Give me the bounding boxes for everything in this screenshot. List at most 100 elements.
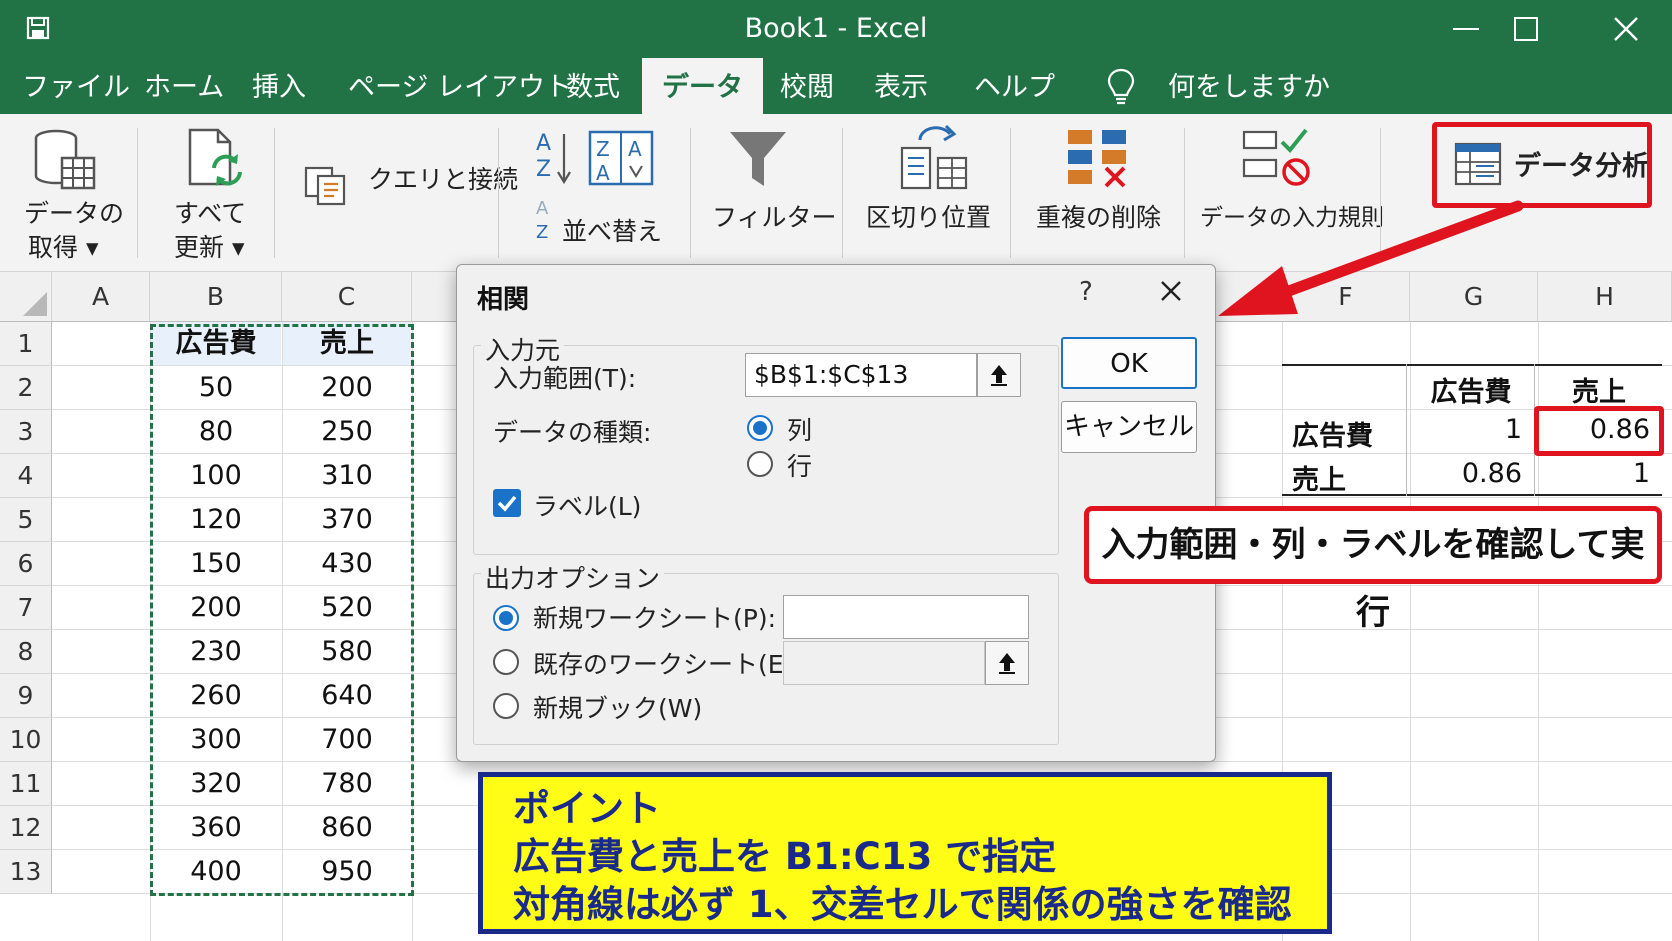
input-range-collapse-button[interactable]: [977, 353, 1021, 397]
lightbulb-icon: [1107, 68, 1135, 105]
new-worksheet-radio[interactable]: [493, 605, 519, 631]
refresh-all-button[interactable]: すべて 更新 ▾: [150, 114, 260, 272]
row-header[interactable]: 8: [0, 630, 52, 674]
new-worksheet-label[interactable]: 新規ワークシート(P):: [533, 599, 776, 635]
row-header[interactable]: 3: [0, 410, 52, 454]
new-workbook-label[interactable]: 新規ブック(W): [533, 689, 702, 725]
existing-worksheet-radio[interactable]: [493, 649, 519, 675]
grouped-rows-radio[interactable]: [747, 451, 773, 477]
database-icon: [34, 129, 96, 190]
remove-duplicates-button[interactable]: 重複の削除: [1020, 114, 1180, 272]
point-line-1: 広告費と売上を B1:C13 で指定: [513, 835, 1057, 878]
row-header[interactable]: 10: [0, 718, 52, 762]
tab-help[interactable]: ヘルプ: [966, 58, 1063, 114]
ribbon-separator: [690, 128, 691, 258]
labels-checkbox-label[interactable]: ラベル(L): [533, 487, 641, 523]
pointer-arrow: [1218, 200, 1524, 316]
correlation-value-highlight: [1534, 406, 1664, 456]
ribbon-tabs: ファイル ホーム 挿入 ページ レイアウト 数式 データ 校閲 表示 ヘルプ 何…: [0, 58, 1672, 114]
tab-review[interactable]: 校閲: [772, 58, 842, 114]
grouped-rows-label[interactable]: 行: [787, 447, 812, 483]
tab-data[interactable]: データ: [642, 58, 763, 114]
instruction-callout: 入力範囲・列・ラベルを確認して実行: [1084, 506, 1662, 633]
existing-worksheet-label[interactable]: 既存のワークシート(E):: [533, 645, 802, 681]
sort-label: 並べ替え: [562, 217, 663, 246]
get-data-label-1: データの: [24, 199, 125, 228]
excel-window: Book1 - Excel ファイル ホーム 挿入 ページ レイアウト 数式 デ…: [0, 0, 1672, 941]
grouped-by-label: データの種類:: [493, 418, 652, 447]
tab-file[interactable]: ファイル: [14, 58, 138, 114]
new-worksheet-name-field[interactable]: [783, 595, 1029, 639]
tab-formulas[interactable]: 数式: [558, 58, 628, 114]
ribbon-separator: [274, 128, 275, 258]
row-header[interactable]: 13: [0, 850, 52, 894]
data-analysis-highlight: [1432, 122, 1652, 208]
table-top-border: [1282, 364, 1662, 366]
get-data-button[interactable]: データの 取得 ▾: [10, 114, 130, 272]
corr-col-header-ad[interactable]: 広告費: [1408, 370, 1534, 409]
window-title: Book1 - Excel: [744, 13, 928, 44]
svg-text:A: A: [596, 161, 610, 185]
sort-button[interactable]: AZ ZAA AZ 並べ替え: [520, 114, 680, 272]
text-to-columns-button[interactable]: 区切り位置: [860, 114, 1000, 272]
ribbon-separator: [498, 128, 499, 258]
row-header[interactable]: 9: [0, 674, 52, 718]
row-header[interactable]: 6: [0, 542, 52, 586]
output-range-collapse-button[interactable]: [985, 641, 1029, 685]
corr-col-header-sales[interactable]: 売上: [1536, 370, 1662, 409]
help-icon[interactable]: ?: [1079, 277, 1093, 307]
column-header-h[interactable]: H: [1538, 272, 1672, 322]
column-header-b[interactable]: B: [150, 272, 282, 322]
input-range-label: 入力範囲(T):: [493, 364, 637, 393]
tab-page-layout[interactable]: ページ レイアウト: [340, 58, 580, 114]
output-group-label: 出力オプション: [481, 559, 665, 595]
grouped-columns-radio[interactable]: [747, 415, 773, 441]
corr-value-sales-sales[interactable]: 1: [1536, 458, 1650, 489]
row-header[interactable]: 11: [0, 762, 52, 806]
maximize-icon[interactable]: [1496, 0, 1556, 58]
tab-view[interactable]: 表示: [866, 58, 936, 114]
row-header[interactable]: 7: [0, 586, 52, 630]
queries-label: クエリと接続: [368, 165, 519, 194]
refresh-label-1: すべて: [174, 199, 247, 228]
dialog-close-icon[interactable]: [1153, 273, 1189, 309]
remove-duplicates-label: 重複の削除: [1036, 203, 1162, 232]
close-icon[interactable]: [1596, 0, 1656, 58]
existing-worksheet-range-field[interactable]: [783, 641, 985, 685]
minimize-icon[interactable]: [1436, 0, 1496, 58]
sort-az-icon: AZ: [536, 131, 571, 185]
column-header-a[interactable]: A: [52, 272, 150, 322]
ok-button[interactable]: OK: [1061, 337, 1197, 389]
get-data-label-2: 取得 ▾: [28, 233, 99, 262]
filter-label: フィルター: [712, 203, 837, 232]
remove-duplicates-icon: [1068, 130, 1126, 188]
filter-button[interactable]: フィルター: [700, 114, 840, 272]
row-header[interactable]: 1: [0, 322, 52, 366]
corr-value-ad-ad[interactable]: 1: [1408, 414, 1522, 445]
table-divider: [1406, 364, 1407, 496]
queries-connections-button[interactable]: クエリと接続: [300, 114, 518, 272]
grouped-columns-label[interactable]: 列: [787, 411, 812, 447]
row-header[interactable]: 5: [0, 498, 52, 542]
row-header[interactable]: 4: [0, 454, 52, 498]
row-header[interactable]: 12: [0, 806, 52, 850]
corr-row-label-sales[interactable]: 売上: [1292, 458, 1346, 497]
column-header-c[interactable]: C: [282, 272, 412, 322]
ribbon-separator: [842, 128, 843, 258]
row-header[interactable]: 2: [0, 366, 52, 410]
new-workbook-radio[interactable]: [493, 693, 519, 719]
range-select-icon: [999, 653, 1015, 674]
text-to-columns-label: 区切り位置: [866, 203, 992, 232]
input-range-field[interactable]: $B$1:$C$13: [745, 353, 977, 397]
labels-checkbox[interactable]: [493, 489, 521, 517]
tab-home[interactable]: ホーム: [136, 58, 232, 114]
title-bar: Book1 - Excel: [0, 0, 1672, 58]
corr-row-label-ad[interactable]: 広告費: [1292, 414, 1373, 453]
corr-value-sales-ad[interactable]: 0.86: [1408, 458, 1522, 489]
refresh-label-2: 更新 ▾: [174, 233, 245, 262]
tell-me-search[interactable]: 何をしますか: [1160, 58, 1338, 114]
cancel-button[interactable]: キャンセル: [1061, 401, 1197, 453]
select-all-corner[interactable]: [0, 272, 52, 322]
tab-insert[interactable]: 挿入: [244, 58, 314, 114]
dialog-title: 相関: [477, 285, 530, 315]
